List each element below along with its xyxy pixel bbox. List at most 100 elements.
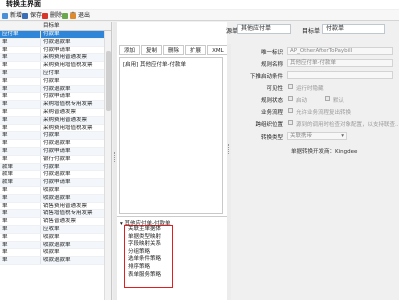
table-row[interactable]: 单银行付款单: [0, 155, 111, 164]
table-row[interactable]: 单付款申请单: [0, 46, 111, 55]
table-row[interactable]: 单付款申请单: [0, 93, 111, 102]
convert-type-select[interactable]: 关联携带 ▾: [287, 132, 347, 140]
source-bill-cell: 单: [0, 93, 41, 101]
table-row[interactable]: 单采购费用普通发票: [0, 116, 111, 125]
cross-label: 跨组织位置: [255, 122, 283, 128]
target-bill-cell: 付款单: [43, 132, 60, 139]
exit-button[interactable]: 退出: [70, 11, 90, 20]
xml-button[interactable]: XML: [207, 45, 229, 55]
business-checkbox[interactable]: [288, 108, 293, 113]
table-row[interactable]: 单采购增值税专用发票: [0, 101, 111, 109]
target-bill-cell: 销售费用普通发票: [43, 202, 88, 209]
splitter-grip[interactable]: [228, 144, 230, 154]
source-bill-cell: 单: [0, 54, 41, 62]
table-row[interactable]: 单采购普通发票: [0, 108, 111, 117]
target-bill-cell: 销售增值税专用发票: [43, 210, 93, 217]
policy-item[interactable]: 选单条件策略: [125, 256, 172, 264]
source-bill-cell: 单: [0, 218, 41, 225]
source-bill-cell: 单: [0, 124, 41, 132]
target-bill-cell: 收款退款单: [43, 194, 71, 201]
policy-item[interactable]: 排序策略: [125, 264, 172, 272]
target-bill-cell: 采购普通发票: [43, 108, 77, 115]
table-row[interactable]: 单采购费用普通发票: [0, 54, 111, 63]
copy-rule-button[interactable]: 复制: [141, 45, 163, 55]
hidden-checkbox[interactable]: [288, 84, 293, 89]
table-row[interactable]: 单收款单: [0, 233, 111, 242]
table-row[interactable]: 单采购费用增值税发票: [0, 62, 111, 70]
visible-label: 可见性: [266, 86, 283, 92]
source-bill-cell: 单: [0, 155, 41, 163]
window-titlebar: 转换主界面: [0, 0, 399, 9]
exit-icon: [70, 12, 76, 19]
table-row[interactable]: 单付款申请单: [0, 147, 111, 156]
rule-list-scrollbar[interactable]: [104, 31, 111, 300]
source-bill-cell: 单: [0, 85, 41, 93]
source-bill-cell: 单: [0, 101, 41, 108]
policy-item[interactable]: 关联主单据体: [125, 226, 172, 234]
table-row[interactable]: 款单 付款申请单: [0, 179, 111, 187]
table-row[interactable]: 单应付单: [0, 69, 111, 78]
table-row[interactable]: 单销售增值税专用发票: [0, 210, 111, 219]
chevron-down-icon: ▾: [341, 133, 344, 139]
field-label-id: 唯一标识: [260, 50, 283, 56]
delete-rule-button[interactable]: 删除: [163, 45, 185, 55]
enable-checkbox[interactable]: [288, 96, 293, 101]
table-row[interactable]: 单销售普通发票: [0, 218, 111, 226]
policy-item[interactable]: 字段映射关系: [125, 241, 172, 249]
target-bill-cell: 付款申请单: [43, 93, 71, 100]
table-row[interactable]: 单付款退款单: [0, 38, 111, 47]
table-row[interactable]: 单付款单: [0, 77, 111, 86]
search-icon: [62, 12, 68, 19]
policy-item[interactable]: 表单服务策略: [125, 272, 172, 280]
delete-button[interactable]: 删除: [42, 11, 62, 20]
scrollbar-thumb[interactable]: [106, 51, 111, 111]
table-row[interactable]: 单收款退款单: [0, 241, 111, 250]
table-row[interactable]: 单收款退款单: [0, 257, 111, 265]
target-bill-cell: 付款单: [43, 77, 60, 84]
table-row[interactable]: 款单 付款退款单: [0, 171, 111, 180]
target-bill-cell: 银行付款单: [43, 155, 71, 162]
main-toolbar: 新增 保存 删除 查 退出: [0, 10, 399, 21]
default-checkbox-text: 默认: [333, 98, 345, 104]
table-row[interactable]: 单应收单: [0, 225, 111, 234]
save-icon: [22, 12, 28, 19]
policy-tree: ▾ 其他应付单-付款单 关联主单据体 单据类型映射 字段映射关系 分组策略 选单…: [117, 216, 227, 300]
splitter-grip[interactable]: [114, 152, 116, 162]
status-label: 规则状态: [260, 98, 283, 104]
source-bill-cell: 单: [0, 140, 41, 147]
new-button[interactable]: 新增: [2, 11, 22, 20]
source-bill-field[interactable]: 其他应付单: [237, 24, 291, 34]
source-bill-cell: 单: [0, 147, 41, 155]
target-bill-field[interactable]: 付款单: [322, 24, 385, 34]
rule-item[interactable]: [启用] 其他应付单-付款单: [123, 60, 186, 68]
default-checkbox[interactable]: [325, 96, 330, 101]
source-bill-cell: 单: [0, 202, 41, 210]
target-bill-cell: 销售普通发票: [43, 218, 77, 225]
push-condition-field[interactable]: [287, 71, 393, 79]
target-bill-cell: 付款退款单: [43, 140, 71, 147]
field-label-name: 规则名称: [260, 62, 283, 68]
table-row[interactable]: 单付款单: [0, 132, 111, 141]
unique-id-field[interactable]: AP_OtherAfterToPaybill: [287, 47, 393, 55]
rule-list-body: 应付单 付款单单付款退款单单付款申请单单采购费用普通发票单采购费用增值税发票单应付…: [0, 31, 111, 265]
table-row[interactable]: 单收款单: [0, 186, 111, 195]
source-bill-cell: 单: [0, 46, 41, 54]
table-row[interactable]: 单采购费用增值税发票: [0, 124, 111, 133]
save-button[interactable]: 保存: [22, 11, 42, 20]
extend-rule-button[interactable]: 扩展: [185, 45, 207, 55]
target-bill-cell: 采购费用增值税发票: [43, 62, 93, 69]
source-bill-cell: 单: [0, 257, 41, 264]
rule-name-field[interactable]: 其他应付单-付款单: [287, 59, 393, 67]
rule-list-box: [启用] 其他应付单-付款单: [119, 57, 223, 214]
table-row[interactable]: 单收款退款单: [0, 194, 111, 203]
table-row[interactable]: 单付款退款单: [0, 140, 111, 148]
table-row[interactable]: 款单 付款单: [0, 163, 111, 172]
table-row[interactable]: 单销售费用普通发票: [0, 202, 111, 211]
table-row[interactable]: 应付单 付款单: [0, 31, 111, 39]
table-row[interactable]: 单收款单: [0, 249, 111, 258]
source-bill-cell: 单: [0, 132, 41, 140]
add-rule-button[interactable]: 添加: [119, 45, 141, 55]
target-bill-cell: 付款申请单: [43, 147, 71, 154]
table-row[interactable]: 单付款退款单: [0, 85, 111, 94]
cross-checkbox[interactable]: [288, 120, 293, 125]
